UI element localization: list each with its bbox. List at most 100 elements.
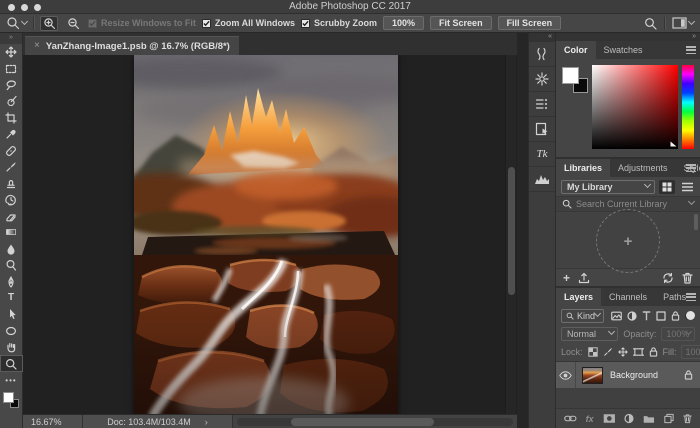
canvas-photo[interactable]: [134, 55, 398, 414]
fill-field[interactable]: 100%: [681, 345, 700, 359]
zoom-window-button[interactable]: [34, 4, 41, 11]
zoom-all-windows-checkbox[interactable]: [202, 19, 211, 28]
saturation-brightness-picker[interactable]: [592, 65, 678, 149]
library-content-area[interactable]: +: [556, 212, 700, 268]
lock-all-icon[interactable]: [649, 347, 658, 357]
panel-button-brush-presets[interactable]: [529, 42, 555, 67]
add-content-button[interactable]: +: [563, 272, 570, 284]
tab-color[interactable]: Color: [556, 41, 596, 59]
dock-expand-control[interactable]: «: [529, 33, 555, 42]
filter-type-layers-icon[interactable]: [642, 311, 651, 321]
search-icon[interactable]: [644, 17, 657, 30]
tab-layers[interactable]: Layers: [556, 288, 601, 306]
gradient-tool[interactable]: [0, 224, 23, 240]
filter-shape-layers-icon[interactable]: [656, 311, 666, 321]
minimize-window-button[interactable]: [21, 4, 28, 11]
move-tool[interactable]: [0, 44, 23, 60]
lock-transparent-pixels-icon[interactable]: [588, 347, 598, 357]
layer-visibility-toggle[interactable]: [556, 362, 576, 388]
panel-button-filter-gallery[interactable]: [529, 67, 555, 92]
status-popup-chevron[interactable]: ›: [205, 417, 208, 427]
horizontal-scrollbar-thumb[interactable]: [291, 418, 434, 426]
zoom-out-mode-button[interactable]: [64, 16, 82, 31]
new-layer-icon[interactable]: [664, 413, 674, 424]
foreground-color-swatch[interactable]: [3, 392, 14, 403]
panel-button-tool-presets[interactable]: [529, 117, 555, 142]
panel-button-tk-actions[interactable]: Tk: [529, 142, 555, 167]
hue-slider[interactable]: [682, 65, 694, 149]
foreground-background-swatches[interactable]: [3, 392, 19, 408]
toolbar-collapse-control[interactable]: »: [0, 33, 22, 44]
link-layers-icon[interactable]: [564, 414, 577, 423]
fill-screen-button[interactable]: Fill Screen: [498, 16, 562, 30]
library-scrollbar-thumb[interactable]: [694, 214, 698, 230]
layer-style-button[interactable]: fx: [586, 414, 594, 424]
library-select[interactable]: My Library: [561, 180, 655, 194]
document-size-status[interactable]: Doc: 103.4M/103.4M ›: [83, 415, 233, 428]
workspace-switcher[interactable]: [672, 17, 694, 29]
opacity-field[interactable]: 100%: [661, 327, 695, 341]
trash-icon[interactable]: [682, 272, 693, 284]
zoom-in-mode-button[interactable]: [40, 16, 58, 31]
horizontal-scrollbar[interactable]: [237, 418, 513, 426]
filter-adjustment-layers-icon[interactable]: [627, 311, 637, 321]
list-view-button[interactable]: [679, 180, 695, 194]
add-adjustment-layer-icon[interactable]: [624, 413, 634, 424]
panel-button-character-styles[interactable]: [529, 92, 555, 117]
vertical-scrollbar[interactable]: [505, 55, 516, 414]
close-tab-icon[interactable]: ×: [34, 41, 40, 51]
edit-toolbar-button[interactable]: •••: [0, 372, 23, 388]
canvas-area[interactable]: [23, 55, 517, 414]
layer-name[interactable]: Background: [610, 370, 684, 380]
library-drop-target[interactable]: +: [596, 209, 660, 273]
layer-thumbnail[interactable]: [582, 367, 603, 384]
blend-mode-select[interactable]: Normal: [561, 327, 618, 341]
panel-menu-icon[interactable]: [686, 164, 696, 172]
panel-menu-icon[interactable]: [686, 46, 696, 54]
type-tool[interactable]: T: [0, 290, 23, 306]
filter-pixel-layers-icon[interactable]: [611, 311, 622, 321]
lock-artboard-icon[interactable]: [633, 347, 644, 357]
shape-tool[interactable]: [0, 323, 23, 339]
blur-tool[interactable]: [0, 241, 23, 257]
brush-tool[interactable]: [0, 159, 23, 175]
quick-selection-tool[interactable]: [0, 93, 23, 109]
crop-tool[interactable]: [0, 110, 23, 126]
healing-brush-tool[interactable]: [0, 142, 23, 158]
layer-filter-toggle[interactable]: [685, 312, 695, 320]
new-group-icon[interactable]: [643, 414, 655, 424]
eraser-tool[interactable]: [0, 208, 23, 224]
add-layer-mask-icon[interactable]: [603, 413, 616, 424]
lock-position-icon[interactable]: [618, 347, 628, 357]
zoom-all-windows-option[interactable]: Zoom All Windows: [202, 18, 295, 28]
pen-tool[interactable]: [0, 273, 23, 289]
panel-button-histogram[interactable]: [529, 167, 555, 192]
history-brush-tool[interactable]: [0, 192, 23, 208]
foreground-color-swatch[interactable]: [562, 67, 579, 84]
tab-adjustments[interactable]: Adjustments: [610, 159, 676, 177]
zoom-level-field[interactable]: 16.67%: [23, 415, 83, 428]
close-window-button[interactable]: [8, 4, 15, 11]
tab-swatches[interactable]: Swatches: [596, 41, 651, 59]
filter-smart-objects-icon[interactable]: [671, 311, 680, 321]
tool-preset-picker[interactable]: [6, 16, 27, 30]
clone-stamp-tool[interactable]: [0, 175, 23, 191]
layer-filter-select[interactable]: Kind: [561, 309, 604, 323]
layer-row-background[interactable]: Background: [556, 362, 700, 388]
color-fg-bg-swatches[interactable]: [562, 67, 588, 93]
delete-layer-icon[interactable]: [683, 413, 692, 424]
eyedropper-tool[interactable]: [0, 126, 23, 142]
lock-image-pixels-icon[interactable]: [603, 347, 613, 357]
dock-collapse-control[interactable]: »: [556, 33, 700, 41]
upload-icon[interactable]: [578, 272, 590, 284]
hand-tool[interactable]: [0, 339, 23, 355]
tab-channels[interactable]: Channels: [601, 288, 655, 306]
document-tab[interactable]: × YanZhang-Image1.psb @ 16.7% (RGB/8*): [25, 36, 239, 55]
grid-view-button[interactable]: [659, 180, 675, 194]
marquee-tool[interactable]: [0, 60, 23, 76]
scrubby-zoom-option[interactable]: Scrubby Zoom: [301, 18, 377, 28]
actual-size-button[interactable]: 100%: [383, 16, 424, 30]
tab-libraries[interactable]: Libraries: [556, 159, 610, 177]
path-selection-tool[interactable]: [0, 306, 23, 322]
lasso-tool[interactable]: [0, 77, 23, 93]
